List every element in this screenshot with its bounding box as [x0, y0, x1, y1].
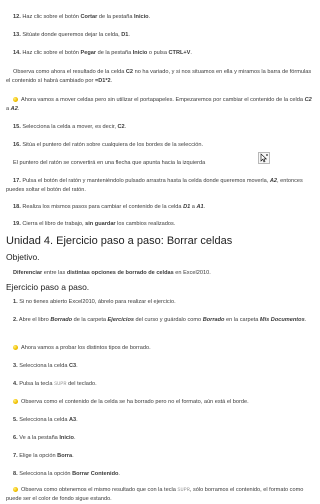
exercise-step-4: 4. Pulsa la tecla SUPR del teclado.: [13, 381, 97, 387]
step-number: 18.: [13, 204, 21, 210]
exercise-step-7: 7. Elige la opción Borra.: [13, 453, 74, 459]
observation-same-result: Observa como obtenemos el mismo resultad…: [6, 486, 304, 502]
step-13: 13. Sitúate donde queremos dejar la celd…: [13, 32, 130, 38]
yellow-bullet-icon: [13, 96, 18, 102]
step-number: 15.: [13, 124, 21, 130]
exercise-heading: Ejercicio paso a paso.: [6, 282, 90, 292]
move-cursor-icon: [258, 152, 270, 164]
step-17: 17. Pulsa el botón del ratón y mantenién…: [6, 178, 303, 193]
yellow-bullet-icon: [13, 486, 18, 492]
observation-format-kept: Observa como el contenido de la celda se…: [6, 398, 314, 407]
yellow-bullet-icon: [13, 344, 18, 350]
step-number: 17.: [13, 178, 21, 184]
note-deletion-types: Ahora vamos a probar los distintos tipos…: [6, 344, 314, 353]
objective-text: Diferenciar entre las distintas opciones…: [13, 270, 211, 276]
exercise-step-6: 6. Ve a la pestaña Inicio.: [13, 435, 76, 441]
step-number: 19.: [13, 221, 21, 227]
exercise-step-3: 3. Selecciona la celda C3.: [13, 363, 78, 369]
pointer-note: El puntero del ratón se convertirá en un…: [13, 160, 206, 166]
unit-title: Unidad 4. Ejercicio paso a paso: Borrar …: [6, 235, 233, 247]
step-18: 18. Realiza los mismos pasos para cambia…: [13, 204, 206, 210]
exercise-step-5: 5. Selecciona la celda A3.: [13, 417, 78, 423]
exercise-step-1: 1. Si no tienes abierto Excel2010, ábrel…: [13, 299, 176, 305]
document-page: 12. Haz clic sobre el botón Cortar de la…: [0, 0, 320, 504]
step-number: 16.: [13, 142, 21, 148]
step-number: 14.: [13, 50, 21, 56]
step-16: 16. Sitúa el puntero del ratón sobre cua…: [13, 142, 204, 148]
step-number: 13.: [13, 32, 21, 38]
step-12: 12. Haz clic sobre el botón Cortar de la…: [13, 14, 151, 20]
step-number: 12.: [13, 14, 21, 20]
keyboard-key: SUPR: [177, 487, 190, 493]
step-14: 14. Haz clic sobre el botón Pegar de la …: [13, 50, 192, 56]
observation-c2: Observa como ahora el resultado de la ce…: [6, 69, 312, 84]
objective-heading: Objetivo.: [6, 252, 40, 262]
step-19: 19. Cierra el libro de trabajo, sin guar…: [13, 221, 176, 227]
step-15: 15. Selecciona la celda a mover, es deci…: [13, 124, 127, 130]
exercise-step-2: 2. Abre el libro Borrado de la carpeta E…: [13, 317, 307, 323]
note-move-without-clipboard: Ahora vamos a mover celdas pero sin util…: [6, 96, 312, 112]
keyboard-key: SUPR: [54, 381, 67, 387]
exercise-step-8: 8. Selecciona la opción Borrar Contenido…: [13, 471, 120, 477]
yellow-bullet-icon: [13, 398, 18, 404]
